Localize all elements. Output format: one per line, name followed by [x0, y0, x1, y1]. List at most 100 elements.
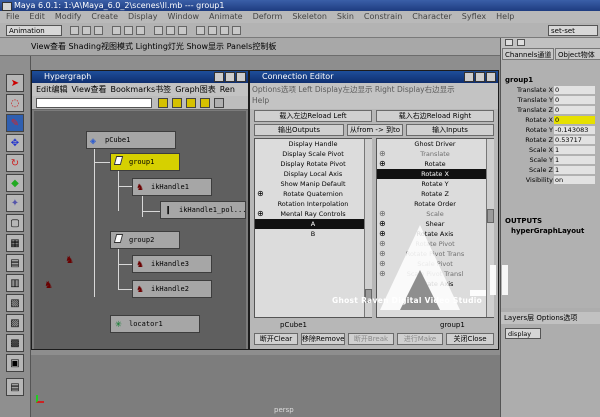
history-icon[interactable] — [196, 26, 205, 35]
reload-right-button[interactable]: 载入右边Reload Right — [376, 110, 494, 122]
attribute-item[interactable]: A — [255, 219, 371, 229]
frame-all-icon[interactable] — [200, 98, 210, 108]
move-tool-icon[interactable]: ✥ — [6, 134, 24, 152]
tab-channels[interactable]: Channels通道 — [502, 48, 554, 60]
node-ikhandle1-pole[interactable]: ❙ ikHandle1_pol... — [160, 201, 246, 219]
main-menu-item[interactable]: Skin — [337, 12, 354, 21]
attribute-item[interactable]: Rotate Z — [377, 189, 493, 199]
make-button[interactable]: 进行Make — [397, 333, 443, 345]
node-locator1[interactable]: ✳ locator1 — [110, 315, 200, 333]
menu-line-2[interactable]: Help — [252, 95, 498, 106]
render-globals-icon[interactable] — [232, 26, 241, 35]
break-button[interactable]: 断开Break — [348, 333, 394, 345]
main-menu-item[interactable]: Constrain — [364, 12, 402, 21]
save-scene-icon[interactable] — [94, 26, 103, 35]
main-menu-item[interactable]: Deform — [253, 12, 283, 21]
channel-row[interactable]: Rotate Z 0.53717 — [501, 136, 600, 145]
remove-button[interactable]: 移除Remove — [301, 333, 345, 345]
channel-row[interactable]: Translate Z0 — [501, 106, 600, 115]
node-ikhandle2[interactable]: ♞ ikHandle2 — [132, 280, 212, 298]
maximize-icon[interactable] — [475, 72, 485, 82]
persp-outliner-icon[interactable]: ▤ — [6, 254, 24, 272]
attribute-item[interactable]: Rotate X — [377, 169, 493, 179]
attribute-item[interactable]: Rotate Y — [377, 179, 493, 189]
viewport-lower[interactable] — [31, 355, 500, 417]
hypergraph-menu-item[interactable]: Ren — [220, 85, 235, 94]
panel-menu-labels[interactable]: View查看 Shading视图模式 Lighting灯光 Show显示 Pan… — [31, 40, 276, 53]
channel-value-field[interactable]: 1 — [554, 166, 595, 174]
hypergraph-search-field[interactable] — [36, 98, 152, 108]
main-menu-item[interactable]: Window — [168, 12, 200, 21]
channel-label[interactable]: Translate Y — [517, 96, 553, 105]
attribute-editor-toggle-icon[interactable] — [517, 39, 525, 46]
node-pcube1[interactable]: ◈ pCube1 — [86, 131, 176, 149]
select-component-icon[interactable] — [136, 26, 145, 35]
main-menu-item[interactable]: Help — [496, 12, 514, 21]
new-scene-icon[interactable] — [70, 26, 79, 35]
hypergraph-menu-item[interactable]: Bookmarks书签 — [110, 85, 171, 94]
main-menu-item[interactable]: Skeleton — [292, 12, 327, 21]
frame-selection-icon[interactable] — [214, 98, 224, 108]
input-output-icon[interactable] — [172, 98, 182, 108]
attribute-item[interactable]: Show Manip Default — [255, 179, 371, 189]
snap-curve-icon[interactable] — [166, 26, 175, 35]
main-menu-item[interactable]: Create — [91, 12, 118, 21]
attribute-item[interactable]: ⊕ Translate — [377, 149, 493, 159]
channel-label[interactable]: Scale Z — [529, 166, 553, 175]
attribute-item[interactable]: Display Scale Pivot — [255, 149, 371, 159]
node-ikhandle3[interactable]: ♞ ikHandle3 — [132, 255, 212, 273]
rotate-tool-icon[interactable]: ↻ — [6, 154, 24, 172]
node-group1[interactable]: group1 — [110, 153, 180, 171]
channel-row[interactable]: Translate X0 — [501, 86, 600, 95]
outputs-button[interactable]: 输出Outputs — [254, 124, 344, 136]
channel-box-toggle-icon[interactable] — [505, 39, 513, 46]
channel-row[interactable]: Rotate X0 — [501, 116, 600, 125]
attribute-item[interactable]: Rotation Interpolation — [255, 199, 371, 209]
outliner-layout-icon[interactable]: ▩ — [6, 334, 24, 352]
dope-sheet-layout-icon[interactable]: ▤ — [6, 378, 24, 396]
select-hierarchy-icon[interactable] — [112, 26, 121, 35]
node-ikhandle1[interactable]: ♞ ikHandle1 — [132, 178, 212, 196]
scale-tool-icon[interactable]: ◆ — [6, 174, 24, 192]
selection-sets-dropdown[interactable]: set-set — [548, 25, 598, 36]
snap-point-icon[interactable] — [178, 26, 187, 35]
graph-editor-layout-icon[interactable]: ▣ — [6, 354, 24, 372]
dependency-graph-icon[interactable] — [186, 98, 196, 108]
channel-label[interactable]: Translate X — [517, 86, 553, 95]
select-tool-icon[interactable]: ➤ — [6, 74, 24, 92]
attribute-item[interactable]: B — [255, 229, 371, 239]
channel-label[interactable]: Translate Z — [517, 106, 553, 115]
render-icon[interactable] — [208, 26, 217, 35]
scene-hierarchy-icon[interactable] — [158, 98, 168, 108]
close-icon[interactable] — [236, 72, 246, 82]
hypergraph-menu-item[interactable]: Graph图表 — [175, 85, 216, 94]
channel-row[interactable]: Rotate Y -0.143083 — [501, 126, 600, 135]
close-button[interactable]: 关闭Close — [446, 333, 494, 345]
main-menu-item[interactable]: Character — [412, 12, 452, 21]
channel-label[interactable]: Scale Y — [529, 156, 553, 165]
paint-select-tool-icon[interactable]: ✎ — [6, 114, 24, 132]
attribute-item[interactable]: Display Local Axis — [255, 169, 371, 179]
attribute-item[interactable]: ⊕ Rotate — [377, 159, 493, 169]
channel-value-field[interactable]: on — [554, 176, 595, 184]
channel-value-field[interactable]: 0 — [554, 106, 595, 114]
persp-graph-icon[interactable]: ▥ — [6, 274, 24, 292]
main-menu-item[interactable]: Edit — [29, 12, 45, 21]
channel-value-field[interactable]: 0 — [554, 116, 595, 124]
four-view-icon[interactable]: ▦ — [6, 234, 24, 252]
attribute-item[interactable]: ⊕ Mental Ray Controls — [255, 209, 371, 219]
channel-value-field[interactable]: 0.53717 — [554, 136, 595, 144]
attribute-item[interactable]: Display Rotate Pivot — [255, 159, 371, 169]
single-view-icon[interactable]: ▢ — [6, 214, 24, 232]
attribute-item[interactable]: Display Handle — [255, 139, 371, 149]
select-object-icon[interactable] — [124, 26, 133, 35]
channel-label[interactable]: Scale X — [529, 146, 553, 155]
reload-left-button[interactable]: 载入左边Reload Left — [254, 110, 372, 122]
channel-row[interactable]: Visibility on — [501, 176, 600, 185]
channel-row[interactable]: Scale Z1 — [501, 166, 600, 175]
layer-display-dropdown[interactable]: display — [505, 328, 541, 339]
node-group2[interactable]: group2 — [110, 231, 180, 249]
clear-all-button[interactable]: 断开Clear — [254, 333, 298, 345]
channel-row[interactable]: Scale X1 — [501, 146, 600, 155]
main-menu-item[interactable]: Syflex — [462, 12, 486, 21]
